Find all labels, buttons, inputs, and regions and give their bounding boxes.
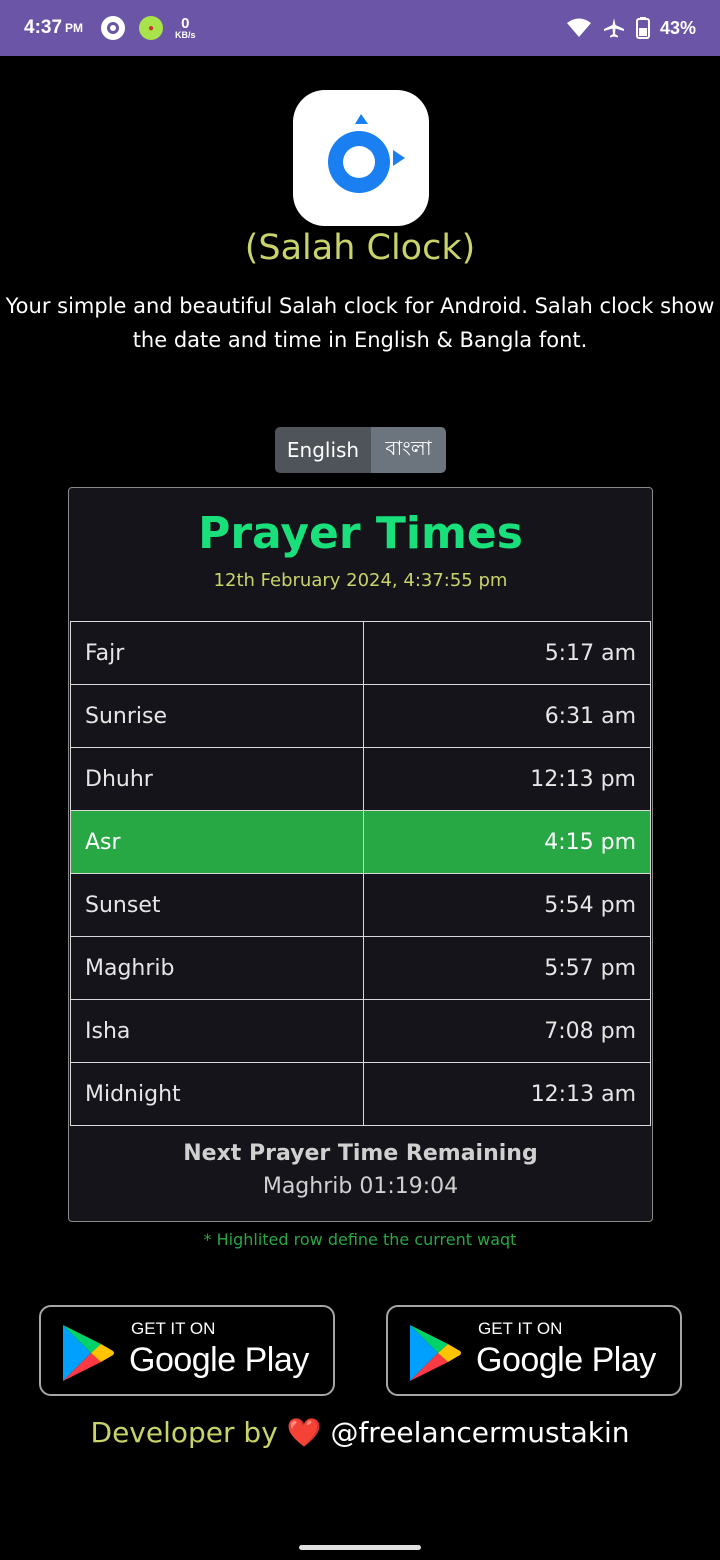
prayer-name: Maghrib xyxy=(70,936,364,1000)
prayer-times-card: Prayer Times 12th February 2024, 4:37:55… xyxy=(68,487,653,1222)
table-row-current: Asr 4:15 pm xyxy=(70,810,651,874)
prayer-name: Sunset xyxy=(70,873,364,937)
prayer-table: Fajr 5:17 am Sunrise 6:31 am Dhuhr 12:13… xyxy=(70,621,651,1126)
prayer-time: 5:57 pm xyxy=(363,936,651,1000)
network-speed-unit: KB/s xyxy=(175,30,196,40)
prayer-time: 12:13 am xyxy=(363,1062,651,1126)
developer-handle-link[interactable]: @freelancermustakin xyxy=(330,1416,629,1449)
compass-icon xyxy=(328,114,405,193)
next-prayer-box: Next Prayer Time Remaining Maghrib 01:19… xyxy=(69,1125,652,1221)
table-row: Sunset 5:54 pm xyxy=(70,873,651,937)
next-prayer-title: Next Prayer Time Remaining xyxy=(183,1141,538,1166)
table-row: Dhuhr 12:13 pm xyxy=(70,747,651,811)
current-waqt-hint: * Highlited row define the current waqt xyxy=(203,1230,517,1249)
play-small-label: GET IT ON xyxy=(131,1319,216,1338)
prayer-name: Dhuhr xyxy=(70,747,364,811)
play-big-label: Google Play xyxy=(129,1341,309,1379)
home-indicator[interactable] xyxy=(299,1545,421,1550)
table-row: Sunrise 6:31 am xyxy=(70,684,651,748)
google-play-icon xyxy=(63,1325,114,1381)
table-row: Maghrib 5:57 pm xyxy=(70,936,651,1000)
prayer-time: 4:15 pm xyxy=(363,810,651,874)
prayer-name: Midnight xyxy=(70,1062,364,1126)
next-prayer-remaining: Maghrib 01:19:04 xyxy=(262,1174,459,1199)
developer-label: Developer by xyxy=(90,1416,278,1449)
table-row: Isha 7:08 pm xyxy=(70,999,651,1063)
status-bar: 4:37 PM ● 0 KB/s 43% xyxy=(0,0,720,56)
green-badge-icon: ● xyxy=(139,16,164,40)
current-datetime: 12th February 2024, 4:37:55 pm xyxy=(213,570,508,591)
status-ampm: PM xyxy=(65,21,84,35)
prayer-times-title: Prayer Times xyxy=(198,508,523,559)
prayer-time: 12:13 pm xyxy=(363,747,651,811)
google-play-icon xyxy=(410,1325,461,1381)
app-circle-icon xyxy=(101,16,126,40)
play-big-label: Google Play xyxy=(476,1341,656,1379)
play-small-label: GET IT ON xyxy=(478,1319,563,1338)
prayer-name: Sunrise xyxy=(70,684,364,748)
prayer-time: 5:54 pm xyxy=(363,873,651,937)
salah-clock-logo xyxy=(293,90,429,226)
prayer-time: 6:31 am xyxy=(363,684,651,748)
airplane-icon xyxy=(603,18,624,38)
app-description: Your simple and beautiful Salah clock fo… xyxy=(5,294,715,352)
prayer-name: Asr xyxy=(70,810,364,874)
prayer-time: 7:08 pm xyxy=(363,999,651,1063)
google-play-button[interactable]: GET IT ON Google Play xyxy=(386,1305,682,1396)
prayer-time: 5:17 am xyxy=(363,621,651,685)
table-row: Midnight 12:13 am xyxy=(70,1062,651,1126)
status-time: 4:37 xyxy=(24,17,63,38)
english-button[interactable]: English xyxy=(275,427,371,473)
developer-credit: Developer by ❤️ @freelancermustakin xyxy=(0,1416,720,1449)
battery-percent: 43% xyxy=(659,17,696,38)
network-speed-value: 0 xyxy=(181,15,190,32)
bangla-button[interactable]: বাংলা xyxy=(371,427,446,473)
wifi-icon xyxy=(566,18,591,37)
prayer-name: Fajr xyxy=(70,621,364,685)
heart-icon: ❤️ xyxy=(286,1416,322,1449)
table-row: Fajr 5:17 am xyxy=(70,621,651,685)
prayer-name: Isha xyxy=(70,999,364,1063)
app-title: (Salah Clock) xyxy=(244,228,476,268)
google-play-button[interactable]: GET IT ON Google Play xyxy=(39,1305,335,1396)
battery-icon xyxy=(635,17,650,39)
network-speed: 0 KB/s xyxy=(175,16,196,40)
language-toggle: English বাংলা xyxy=(275,427,446,473)
